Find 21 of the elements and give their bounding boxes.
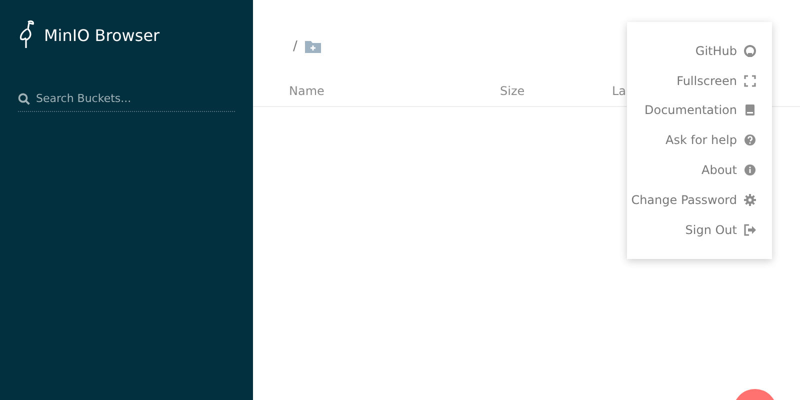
fullscreen-icon xyxy=(744,74,756,87)
menu-item[interactable]: Ask for help xyxy=(627,125,756,156)
menu-item[interactable]: Fullscreen xyxy=(627,66,756,96)
bird-logo-icon xyxy=(18,20,36,50)
book-icon xyxy=(744,104,756,116)
search-field[interactable]: Search Buckets... xyxy=(36,92,226,105)
path-separator: / xyxy=(293,38,298,54)
app-title: MinIO Browser xyxy=(44,26,160,44)
gear-icon xyxy=(744,194,756,206)
menu-item[interactable]: About xyxy=(627,155,756,185)
search-icon xyxy=(18,92,30,104)
column-header[interactable]: Name xyxy=(289,84,500,98)
menu-item[interactable]: Sign Out xyxy=(627,214,756,245)
help-icon xyxy=(744,134,756,146)
menu-item[interactable]: Change Password xyxy=(627,184,756,215)
sign-out-icon xyxy=(744,224,756,236)
add-folder-icon[interactable] xyxy=(305,40,322,52)
menu-item[interactable]: Documentation xyxy=(627,96,756,126)
menu-item[interactable]: GitHub xyxy=(627,36,756,66)
info-icon xyxy=(744,164,756,176)
column-header[interactable]: Size xyxy=(500,84,612,98)
